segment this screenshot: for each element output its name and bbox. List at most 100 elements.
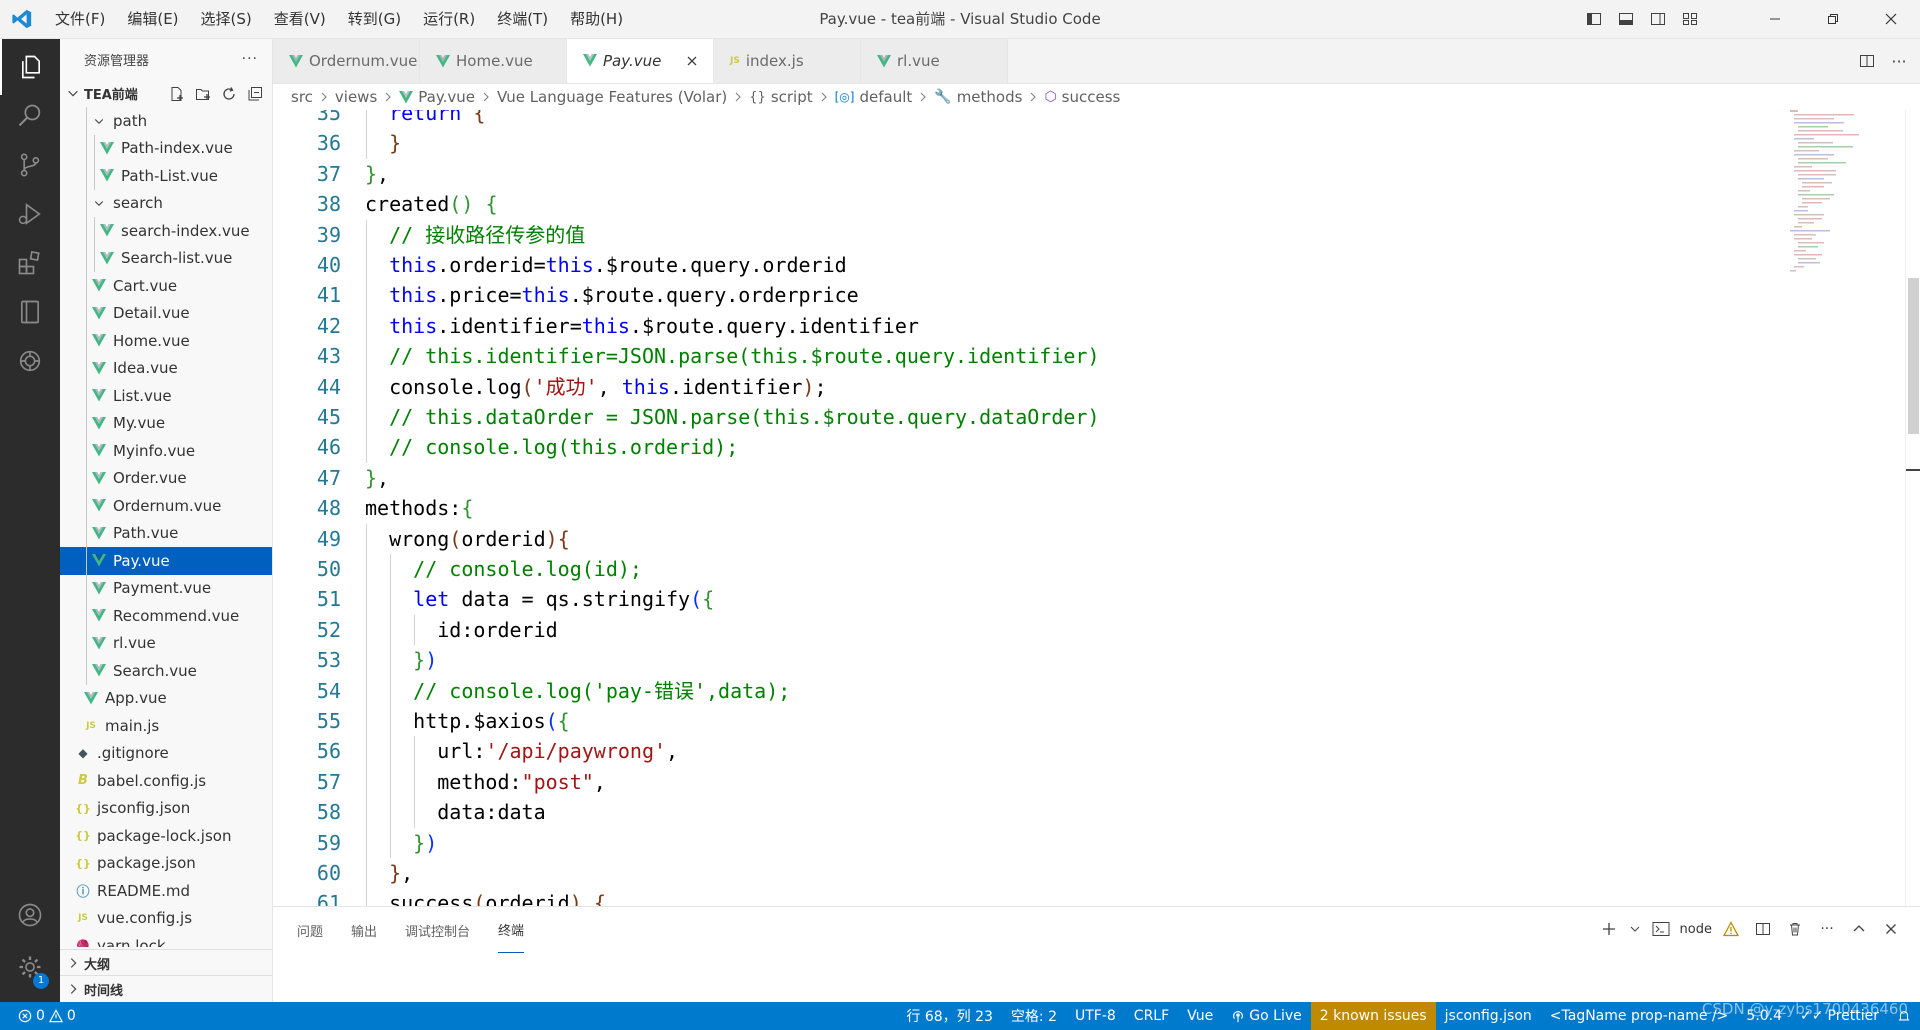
toggle-primary-sidebar-icon[interactable] [1578,0,1610,38]
tree-file[interactable]: Recommend.vue [60,602,272,630]
new-folder-icon[interactable] [192,83,214,105]
account-icon[interactable] [0,887,60,943]
workspace-root-folder[interactable]: TEA前端 [60,79,272,107]
ai-assistant-icon[interactable] [0,333,60,389]
split-terminal-icon[interactable] [1750,915,1776,943]
new-terminal-icon[interactable] [1596,915,1622,943]
tree-file[interactable]: App.vue [60,685,272,713]
code-line[interactable]: // 接收路径传参的值 [365,219,585,250]
menu-3[interactable]: 查看(V) [263,0,337,38]
terminal-dropdown-icon[interactable] [1628,915,1642,943]
tree-file[interactable]: Pay.vue [60,547,272,575]
tree-file[interactable]: My.vue [60,409,272,437]
run-debug-icon[interactable] [0,186,60,242]
indentation[interactable]: 空格: 2 [1002,1002,1066,1030]
menu-5[interactable]: 运行(R) [412,0,486,38]
breadcrumb-item[interactable]: views [335,88,377,106]
tree-file[interactable]: ◆ .gitignore [60,740,272,768]
tree-file[interactable]: Search.vue [60,657,272,685]
code-line[interactable]: created() { [365,189,497,219]
breadcrumb-item[interactable]: ⬡ success [1044,88,1120,106]
toggle-secondary-sidebar-icon[interactable] [1642,0,1674,38]
panel-tab-2[interactable]: 调试控制台 [405,907,470,953]
code-line[interactable]: this.orderid=this.$route.query.orderid [365,250,847,281]
menu-2[interactable]: 选择(S) [190,0,263,38]
menu-7[interactable]: 帮助(H) [559,0,634,38]
tree-file[interactable]: Path-List.vue [60,162,272,190]
code-line[interactable]: return { [365,110,485,129]
file-encoding[interactable]: UTF-8 [1066,1002,1125,1030]
tree-file[interactable]: Payment.vue [60,574,272,602]
code-line[interactable]: data:data [365,797,546,828]
tab-index-js[interactable]: JS index.js [714,39,861,83]
breadcrumb-item[interactable]: [◎] default [835,88,913,106]
code-line[interactable]: }) [365,827,437,858]
tree-folder[interactable]: path [60,107,272,135]
minimize-button[interactable] [1746,0,1804,38]
kill-terminal-icon[interactable] [1782,915,1808,943]
editor-scrollbar[interactable] [1905,110,1920,906]
tab-home-vue[interactable]: Home.vue [420,39,567,83]
maximize-panel-icon[interactable] [1846,915,1872,943]
breadcrumb-item[interactable]: Pay.vue [399,88,475,106]
tree-file[interactable]: Detail.vue [60,299,272,327]
code-line[interactable]: url:'/api/paywrong', [365,736,678,767]
tree-file[interactable]: Search-list.vue [60,244,272,272]
code-line[interactable]: }, [365,463,389,493]
tree-file[interactable]: Ordernum.vue [60,492,272,520]
go-live-button[interactable]: Go Live [1222,1002,1310,1030]
tree-file[interactable]: ⓘ README.md [60,877,272,905]
code-area[interactable]: return {}}, created() {// 接收路径传参的值 this.or… [365,110,1765,906]
source-control-icon[interactable] [0,137,60,193]
explorer-icon[interactable] [0,39,60,95]
cursor-position[interactable]: 行 68，列 23 [897,1002,1002,1030]
breadcrumb-item[interactable]: Vue Language Features (Volar) [497,88,727,106]
code-line[interactable]: this.price=this.$route.query.orderprice [365,280,859,311]
tree-file[interactable]: Order.vue [60,464,272,492]
jsconfig-status[interactable]: jsconfig.json [1436,1002,1541,1030]
tree-file[interactable]: 🧶 yarn.lock [60,932,272,947]
tab-rl-vue[interactable]: rl.vue [861,39,1008,83]
tree-file[interactable]: Bbabel.config.js [60,767,272,795]
code-line[interactable]: methods:{ [365,493,473,523]
toggle-panel-icon[interactable] [1610,0,1642,38]
menu-6[interactable]: 终端(T) [486,0,559,38]
customize-layout-icon[interactable] [1674,0,1706,38]
code-line[interactable]: id:orderid [365,614,558,646]
more-actions-icon[interactable]: ··· [1885,47,1913,75]
tree-file[interactable]: search-index.vue [60,217,272,245]
close-icon[interactable] [683,52,701,70]
menu-0[interactable]: 文件(F) [44,0,116,38]
explorer-more-button[interactable]: ··· [242,51,258,67]
settings-gear-icon[interactable]: 1 [0,939,60,995]
refresh-icon[interactable] [218,83,240,105]
minimap[interactable] [1790,110,1900,906]
tree-folder[interactable]: search [60,189,272,217]
tree-file[interactable]: Path-index.vue [60,134,272,162]
close-window-button[interactable] [1862,0,1920,38]
code-line[interactable]: wrong(orderid){ [365,523,570,554]
panel-more-icon[interactable]: ··· [1814,915,1840,943]
scrollbar-thumb[interactable] [1908,278,1919,434]
code-line[interactable]: }) [365,645,437,676]
code-line[interactable]: // this.identifier=JSON.parse(this.$rout… [365,341,1100,372]
close-panel-icon[interactable] [1878,915,1904,943]
tree-file[interactable]: Path.vue [60,519,272,547]
code-line[interactable]: http.$axios({ [365,706,570,737]
tab-ordernum-vue[interactable]: Ordernum.vue [273,39,420,83]
timeline-section[interactable]: 时间线 [60,975,272,1002]
terminal-name[interactable]: node [1680,922,1712,937]
warning-icon[interactable] [1718,915,1744,943]
tree-file[interactable]: Cart.vue [60,272,272,300]
tree-file[interactable]: JS main.js [60,712,272,740]
code-line[interactable]: // console.log(this.orderid); [365,432,738,463]
breadcrumb-item[interactable]: {} script [749,88,812,106]
tree-file[interactable]: List.vue [60,382,272,410]
breadcrumb-item[interactable]: src [291,88,313,106]
outline-section[interactable]: 大纲 [60,949,272,976]
search-icon[interactable] [0,88,60,144]
code-line[interactable]: // this.dataOrder = JSON.parse(this.$rou… [365,402,1100,433]
code-line[interactable]: let data = qs.stringify({ [365,584,714,615]
breadcrumb-item[interactable]: 🔧 methods [934,88,1022,106]
tree-file[interactable]: {} package-lock.json [60,822,272,850]
